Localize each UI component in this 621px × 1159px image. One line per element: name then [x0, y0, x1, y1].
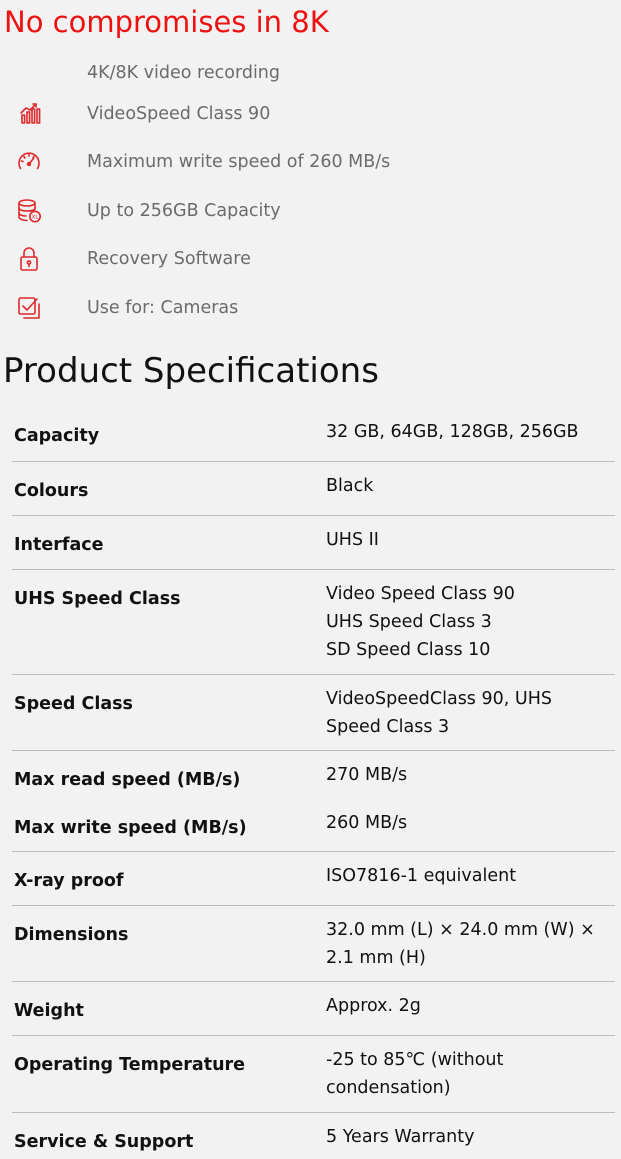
spec-value: UHS II [326, 530, 379, 550]
feature-text: Use for: Cameras [87, 298, 239, 318]
spec-value: Black [326, 476, 374, 496]
spec-value: 260 MB/s [326, 813, 408, 833]
spec-label: Colours [14, 481, 89, 501]
spec-value: 5 Years Warranty [326, 1127, 475, 1147]
spec-row-max-speeds: Max read speed (MB/s) 270 MB/s Max write… [12, 751, 615, 852]
spec-row-colours: Colours Black [12, 462, 615, 516]
spec-label: Capacity [14, 426, 100, 446]
spec-row-xray-proof: X-ray proof ISO7816-1 equivalent [12, 852, 615, 906]
database-xl-icon: XL [15, 197, 43, 225]
spec-value: 270 MB/s [326, 765, 408, 785]
bar-chart-icon [15, 100, 43, 128]
lock-icon [15, 245, 43, 273]
spec-label: Service & Support [14, 1132, 194, 1152]
svg-text:XL: XL [32, 215, 40, 221]
spec-value: ISO7816-1 equivalent [326, 866, 517, 886]
feature-text: VideoSpeed Class 90 [87, 104, 271, 124]
feature-item-capacity: XL Up to 256GB Capacity [0, 194, 621, 228]
spec-label: Max read speed (MB/s) [14, 770, 241, 790]
checkbox-icon [15, 294, 43, 322]
spec-row-speed-class: Speed Class VideoSpeedClass 90, UHS Spee… [12, 675, 615, 751]
spec-label: Speed Class [14, 694, 133, 714]
spec-value: -25 to 85℃ (without condensation) [326, 1050, 504, 1098]
feature-text: Maximum write speed of 260 MB/s [87, 152, 391, 172]
spec-row-interface: Interface UHS II [12, 516, 615, 570]
spec-value: VideoSpeedClass 90, UHS Speed Class 3 [326, 689, 552, 737]
spec-value: Approx. 2g [326, 996, 421, 1016]
spec-value: 32.0 mm (L) × 24.0 mm (W) × 2.1 mm (H) [326, 920, 595, 968]
spec-label: UHS Speed Class [14, 589, 181, 609]
feature-text: Up to 256GB Capacity [87, 201, 281, 221]
feature-text: Recovery Software [87, 249, 251, 269]
spec-label: Max write speed (MB/s) [14, 818, 247, 838]
spec-label: Interface [14, 535, 104, 555]
spec-row-weight: Weight Approx. 2g [12, 982, 615, 1036]
feature-item-speed-class: VideoSpeed Class 90 [0, 97, 621, 131]
spec-value: Video Speed Class 90 UHS Speed Class 3 S… [326, 584, 515, 660]
feature-item-write-speed: Maximum write speed of 260 MB/s [0, 145, 621, 179]
specs-table: Capacity 32 GB, 64GB, 128GB, 256GB Colou… [12, 407, 615, 1159]
feature-item-video-recording: 4K/8K video recording [0, 56, 621, 90]
specs-title: Product Specifications [3, 351, 379, 391]
spec-label: Dimensions [14, 925, 129, 945]
feature-item-recovery-software: Recovery Software [0, 242, 621, 276]
headline: No compromises in 8K [4, 5, 329, 39]
feature-item-use-for: Use for: Cameras [0, 291, 621, 325]
spec-label: Weight [14, 1001, 84, 1021]
feature-text: 4K/8K video recording [87, 63, 281, 83]
spec-row-service-support: Service & Support 5 Years Warranty [12, 1113, 615, 1159]
spec-row-dimensions: Dimensions 32.0 mm (L) × 24.0 mm (W) × 2… [12, 906, 615, 982]
speedometer-icon [15, 148, 43, 176]
spec-label: Operating Temperature [14, 1055, 246, 1075]
spec-label: X-ray proof [14, 871, 124, 891]
spec-row-operating-temperature: Operating Temperature -25 to 85℃ (withou… [12, 1036, 615, 1113]
spec-value: 32 GB, 64GB, 128GB, 256GB [326, 422, 579, 442]
spec-row-uhs-speed-class: UHS Speed Class Video Speed Class 90 UHS… [12, 570, 615, 675]
spec-row-capacity: Capacity 32 GB, 64GB, 128GB, 256GB [12, 407, 615, 462]
